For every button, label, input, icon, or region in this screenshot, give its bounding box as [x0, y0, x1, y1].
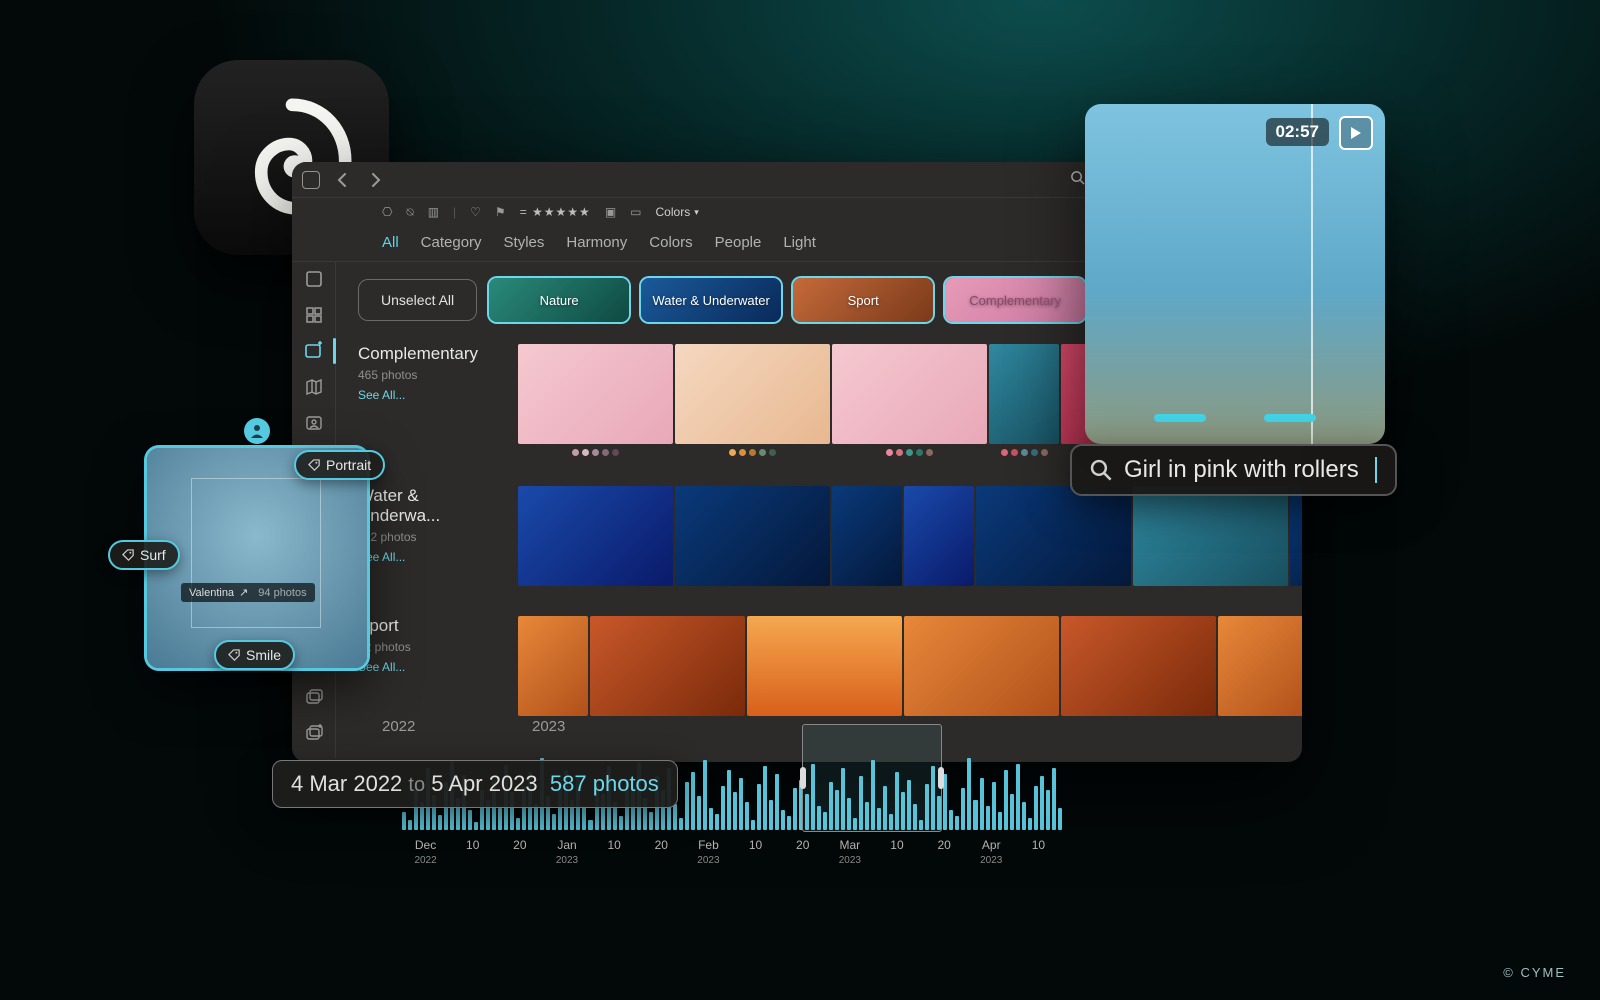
chip-sport[interactable]: Sport [793, 278, 933, 322]
credit-label: © CYME [1503, 965, 1566, 980]
flag-icon[interactable]: ⚑ [495, 205, 506, 219]
section-title: Water & Underwa... [358, 486, 498, 526]
video-search-field[interactable]: Girl in pink with rollers [1070, 444, 1397, 496]
video-playhead[interactable] [1311, 104, 1313, 444]
sidebar-map-icon[interactable] [303, 376, 325, 398]
sidebar-square-icon[interactable] [303, 268, 325, 290]
tab-all[interactable]: All [382, 234, 399, 251]
section-count: 465 photos [358, 368, 498, 382]
rating-stars[interactable]: = ★★★★★ [520, 205, 591, 219]
timeline-range-display: 4 Mar 2022 to 5 Apr 2023 587 photos [272, 760, 678, 808]
person-name-badge: Valentina↗ 94 photos [181, 583, 315, 602]
thumbnail[interactable] [518, 344, 673, 444]
face-rect [191, 478, 321, 628]
thumbnail[interactable] [904, 486, 974, 586]
tab-styles[interactable]: Styles [504, 234, 545, 251]
heart-icon[interactable]: ♡ [470, 205, 481, 219]
nav-back-button[interactable] [330, 168, 354, 192]
section-title: Complementary [358, 344, 498, 364]
video-duration: 02:57 [1266, 118, 1329, 146]
thumbnail[interactable] [518, 486, 673, 586]
tag-surf[interactable]: Surf [108, 540, 180, 570]
portrait-card[interactable]: Valentina↗ 94 photos [147, 448, 367, 668]
see-all-link[interactable]: See All... [358, 388, 405, 402]
search-icon[interactable] [1070, 170, 1085, 190]
thumbnail[interactable] [675, 486, 830, 586]
landscape-icon[interactable]: ▭ [630, 205, 641, 219]
chip-complementary[interactable]: Complementary [945, 278, 1085, 322]
thumbnail[interactable] [976, 486, 1131, 586]
album-icon[interactable]: ▥ [428, 205, 439, 219]
video-preview-card[interactable]: 02:57 [1085, 104, 1385, 444]
unselect-all-button[interactable]: Unselect All [358, 279, 477, 321]
tag-smile[interactable]: Smile [214, 640, 295, 670]
thumbnail[interactable] [675, 344, 830, 444]
tab-light[interactable]: Light [783, 234, 816, 251]
person-badge-icon [244, 418, 270, 444]
tab-category[interactable]: Category [421, 234, 482, 251]
sidebar-people-icon[interactable] [303, 412, 325, 434]
sidebar-stack-icon[interactable] [303, 686, 325, 708]
sidebar-toggle-icon[interactable] [302, 171, 320, 189]
thumbnail[interactable] [1290, 486, 1302, 586]
thumbnail[interactable] [989, 344, 1059, 444]
crop-icon[interactable]: ▣ [605, 205, 616, 219]
video-search-text: Girl in pink with rollers [1124, 456, 1359, 484]
section-count: 112 photos [358, 530, 498, 544]
thumbnail[interactable] [590, 616, 745, 716]
thumbnail[interactable] [1133, 486, 1288, 586]
chip-nature[interactable]: Nature [489, 278, 629, 322]
thumbnail[interactable] [747, 616, 902, 716]
sidebar-stack-add-icon[interactable] [303, 722, 325, 744]
thumbnail[interactable] [1061, 616, 1216, 716]
tab-people[interactable]: People [715, 234, 762, 251]
person-icon[interactable]: ⍉ [406, 205, 413, 220]
timeline-handle-left[interactable] [800, 767, 806, 789]
thumbnail[interactable] [518, 616, 588, 716]
timeline-handle-right[interactable] [938, 767, 944, 789]
tag-icon[interactable]: ⎔ [382, 205, 392, 219]
nav-forward-button[interactable] [364, 168, 388, 192]
thumbnail[interactable] [832, 344, 987, 444]
play-button[interactable] [1339, 116, 1373, 150]
tab-harmony[interactable]: Harmony [566, 234, 627, 251]
thumbnail[interactable] [832, 486, 902, 586]
thumbnail[interactable] [904, 616, 1059, 716]
sidebar-add-image-icon[interactable] [303, 340, 325, 362]
chip-water[interactable]: Water & Underwater [641, 278, 781, 322]
colors-dropdown[interactable]: Colors▾ [656, 205, 699, 219]
tab-colors[interactable]: Colors [649, 234, 692, 251]
thumbnail[interactable] [1218, 616, 1302, 716]
timeline[interactable]: 2022 2023 Dec20221020Jan20231020Feb20231… [402, 710, 1062, 880]
section-count: 32 photos [358, 640, 498, 654]
tag-portrait[interactable]: Portrait [294, 450, 385, 480]
timeline-selection[interactable] [802, 724, 942, 832]
sidebar-grid-icon[interactable] [303, 304, 325, 326]
section-title: Sport [358, 616, 498, 636]
